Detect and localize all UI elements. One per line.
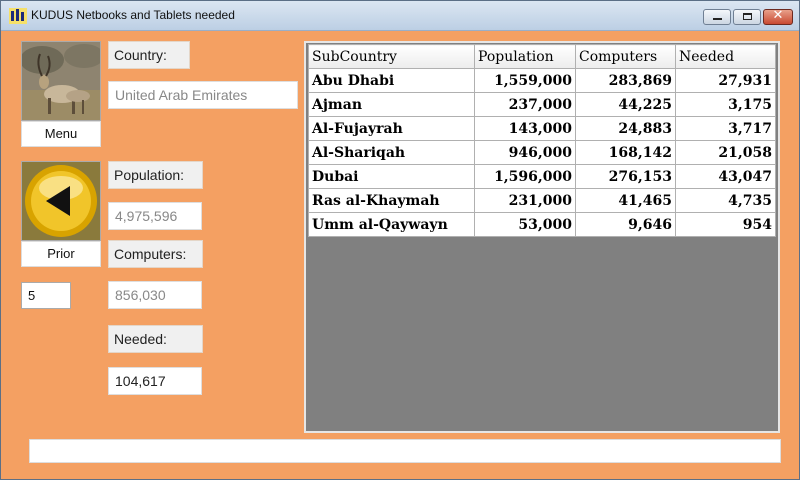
menu-button[interactable]: Menu xyxy=(21,121,101,147)
cell-computers[interactable]: 44,225 xyxy=(575,92,676,117)
population-field[interactable]: 4,975,596 xyxy=(108,202,202,230)
cell-population[interactable]: 143,000 xyxy=(474,116,576,141)
table-row[interactable]: Ajman 237,000 44,225 3,175 xyxy=(308,92,776,117)
cell-needed[interactable]: 21,058 xyxy=(675,140,776,165)
cell-needed[interactable]: 4,735 xyxy=(675,188,776,213)
country-field[interactable]: United Arab Emirates xyxy=(108,81,298,109)
status-bar xyxy=(29,439,781,463)
window-title: KUDUS Netbooks and Tablets needed xyxy=(31,8,235,22)
cell-subcountry[interactable]: Abu Dhabi xyxy=(308,68,475,93)
cell-needed[interactable]: 954 xyxy=(675,212,776,237)
kudus-app-icon xyxy=(9,8,27,24)
title-bar: KUDUS Netbooks and Tablets needed ✕ xyxy=(1,1,799,31)
kudu-antelope-image xyxy=(22,42,100,120)
cell-population[interactable]: 946,000 xyxy=(474,140,576,165)
table-row[interactable]: Dubai 1,596,000 276,153 43,047 xyxy=(308,164,776,189)
prior-button[interactable]: Prior xyxy=(21,241,101,267)
close-button[interactable]: ✕ xyxy=(763,8,793,25)
page-number-input[interactable] xyxy=(21,282,71,309)
needed-field[interactable]: 104,617 xyxy=(108,367,202,395)
cell-needed[interactable]: 3,717 xyxy=(675,116,776,141)
cell-computers[interactable]: 168,142 xyxy=(575,140,676,165)
prior-image-button[interactable] xyxy=(21,161,101,241)
table-row[interactable]: Al-Shariqah 946,000 168,142 21,058 xyxy=(308,140,776,165)
column-header-subcountry[interactable]: SubCountry xyxy=(308,44,475,69)
needed-label: Needed: xyxy=(108,325,203,353)
cell-computers[interactable]: 9,646 xyxy=(575,212,676,237)
cell-subcountry[interactable]: Al-Shariqah xyxy=(308,140,475,165)
cell-subcountry[interactable]: Al-Fujayrah xyxy=(308,116,475,141)
table-row[interactable]: Al-Fujayrah 143,000 24,883 3,717 xyxy=(308,116,776,141)
table-header-row: SubCountry Population Computers Needed xyxy=(308,44,776,69)
column-header-population[interactable]: Population xyxy=(474,44,576,69)
close-icon: ✕ xyxy=(772,8,784,23)
menu-image-button[interactable] xyxy=(21,41,101,121)
cell-needed[interactable]: 43,047 xyxy=(675,164,776,189)
cell-subcountry[interactable]: Ajman xyxy=(308,92,475,117)
cell-subcountry[interactable]: Dubai xyxy=(308,164,475,189)
cell-population[interactable]: 1,559,000 xyxy=(474,68,576,93)
cell-population[interactable]: 53,000 xyxy=(474,212,576,237)
computers-label: Computers: xyxy=(108,240,203,268)
cell-computers[interactable]: 276,153 xyxy=(575,164,676,189)
cell-needed[interactable]: 27,931 xyxy=(675,68,776,93)
minimize-icon xyxy=(713,18,722,20)
gold-back-arrow-icon xyxy=(22,162,100,240)
population-label: Population: xyxy=(108,161,203,189)
subcountry-grid[interactable]: SubCountry Population Computers Needed A… xyxy=(304,41,780,433)
cell-subcountry[interactable]: Ras al-Khaymah xyxy=(308,188,475,213)
table-row[interactable]: Umm al-Qaywayn 53,000 9,646 954 xyxy=(308,212,776,237)
cell-computers[interactable]: 24,883 xyxy=(575,116,676,141)
computers-field[interactable]: 856,030 xyxy=(108,281,202,309)
column-header-computers[interactable]: Computers xyxy=(575,44,676,69)
cell-population[interactable]: 1,596,000 xyxy=(474,164,576,189)
app-window: KUDUS Netbooks and Tablets needed ✕ Menu xyxy=(0,0,800,480)
cell-computers[interactable]: 41,465 xyxy=(575,188,676,213)
column-header-needed[interactable]: Needed xyxy=(675,44,776,69)
minimize-button[interactable] xyxy=(703,9,731,25)
cell-needed[interactable]: 3,175 xyxy=(675,92,776,117)
maximize-button[interactable] xyxy=(733,9,761,25)
subcountry-table: SubCountry Population Computers Needed A… xyxy=(308,44,776,237)
cell-computers[interactable]: 283,869 xyxy=(575,68,676,93)
cell-subcountry[interactable]: Umm al-Qaywayn xyxy=(308,212,475,237)
table-row[interactable]: Ras al-Khaymah 231,000 41,465 4,735 xyxy=(308,188,776,213)
maximize-icon xyxy=(743,13,752,20)
table-row[interactable]: Abu Dhabi 1,559,000 283,869 27,931 xyxy=(308,68,776,93)
cell-population[interactable]: 237,000 xyxy=(474,92,576,117)
country-label: Country: xyxy=(108,41,190,69)
cell-population[interactable]: 231,000 xyxy=(474,188,576,213)
